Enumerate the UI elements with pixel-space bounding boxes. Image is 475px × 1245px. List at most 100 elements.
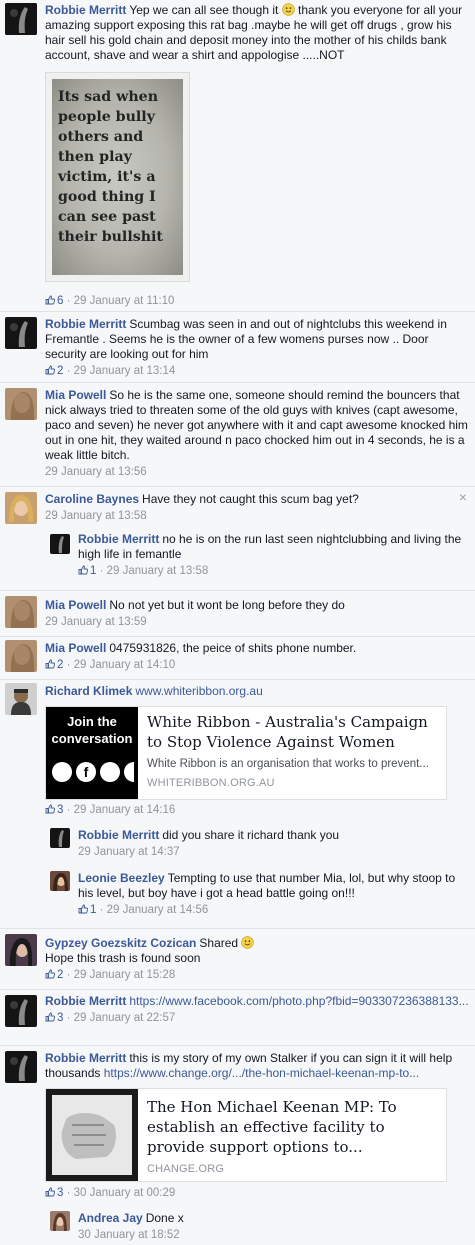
avatar[interactable] xyxy=(5,3,37,35)
comment-link[interactable]: www.whiteribbon.org.au xyxy=(135,684,262,698)
comment-text: No not yet but it wont be long before th… xyxy=(109,598,345,612)
avatar[interactable] xyxy=(50,534,70,554)
avatar[interactable] xyxy=(5,596,37,628)
avatar[interactable] xyxy=(50,871,70,891)
timestamp[interactable]: 29 January at 15:28 xyxy=(74,969,176,981)
like-icon[interactable] xyxy=(45,1187,55,1197)
avatar-photo xyxy=(5,3,37,35)
timestamp[interactable]: 29 January at 14:56 xyxy=(107,904,209,916)
like-icon[interactable] xyxy=(45,1012,55,1022)
like-icon[interactable] xyxy=(78,904,88,914)
comment-author[interactable]: Gypzey Goezskitz Cozican xyxy=(45,936,196,950)
avatar[interactable] xyxy=(50,828,70,848)
link-preview-thumbnail xyxy=(46,1089,138,1181)
twitter-icon xyxy=(100,762,120,782)
comment-text-continued: Hope this trash is found soon xyxy=(45,951,201,965)
like-icon[interactable] xyxy=(45,969,55,979)
comment: Mia Powell 0475931826, the peice of shits… xyxy=(0,636,475,680)
timestamp[interactable]: 29 January at 13:58 xyxy=(45,510,147,522)
avatar-photo xyxy=(5,1051,37,1083)
comment-text: did you share it richard thank you xyxy=(162,828,340,842)
comment-author[interactable]: Mia Powell xyxy=(45,388,106,402)
reply: Andrea Jay Done x 30 January at 18:52 xyxy=(45,1206,475,1245)
avatar-photo xyxy=(5,317,37,349)
comment: Mia Powell No not yet but it wont be long… xyxy=(0,590,475,637)
timestamp[interactable]: 29 January at 13:56 xyxy=(45,466,147,478)
comment-text: So he is the same one, someone should re… xyxy=(45,388,468,462)
instagram-icon xyxy=(52,762,72,782)
avatar[interactable] xyxy=(5,317,37,349)
comment-author[interactable]: Andrea Jay xyxy=(78,1211,143,1225)
timestamp[interactable]: 29 January at 13:14 xyxy=(74,365,176,377)
link-preview-title[interactable]: White Ribbon - Australia's Campaign to S… xyxy=(147,712,440,752)
avatar-photo xyxy=(5,683,37,715)
comment-link[interactable]: https://www.facebook.com/photo.php?fbid=… xyxy=(129,994,468,1008)
link-preview-domain: WHITERIBBON.ORG.AU xyxy=(147,777,275,789)
facebook-icon: f xyxy=(76,762,96,782)
comment: Robbie Merritt https://www.facebook.com/p… xyxy=(0,989,475,1046)
attached-photo[interactable]: Its sad when people bully others and the… xyxy=(45,72,190,282)
like-icon[interactable] xyxy=(45,659,55,669)
comment-text: Have they not caught this scum bag yet? xyxy=(142,492,359,506)
comment: Mia Powell So he is the same one, someone… xyxy=(0,382,475,487)
timestamp[interactable]: 29 January at 13:59 xyxy=(45,616,147,628)
avatar[interactable] xyxy=(5,995,37,1027)
link-preview-card[interactable]: Join the conversation f White Ribbon - A… xyxy=(45,706,447,800)
comment-text: Shared xyxy=(199,936,239,950)
comment-author[interactable]: Caroline Baynes xyxy=(45,492,139,506)
avatar-photo xyxy=(5,388,37,420)
avatar-photo xyxy=(5,640,37,672)
reply: Robbie Merritt no he is on the run last s… xyxy=(45,530,475,586)
like-icon[interactable] xyxy=(45,365,55,375)
comment-link[interactable]: https://www.change.org/.../the-hon-micha… xyxy=(104,1066,420,1080)
timestamp[interactable]: 29 January at 14:16 xyxy=(74,804,176,816)
comment-author[interactable]: Robbie Merritt xyxy=(78,532,159,546)
avatar[interactable] xyxy=(5,640,37,672)
avatar-photo xyxy=(5,934,37,966)
avatar[interactable] xyxy=(5,1051,37,1083)
timestamp[interactable]: 29 January at 13:58 xyxy=(107,565,209,577)
avatar[interactable] xyxy=(50,1211,70,1231)
comment-text: 0475931826, the peice of shits phone num… xyxy=(109,641,357,655)
link-preview-card[interactable]: The Hon Michael Keenan MP: To establish … xyxy=(45,1088,447,1182)
avatar[interactable] xyxy=(5,388,37,420)
comment-author[interactable]: Robbie Merritt xyxy=(45,1051,126,1065)
timestamp[interactable]: 29 January at 22:57 xyxy=(74,1012,176,1024)
link-preview-domain: CHANGE.ORG xyxy=(147,1163,225,1175)
like-icon[interactable] xyxy=(78,565,88,575)
close-icon[interactable]: × xyxy=(459,489,467,505)
thumbnail-text: Join the conversation xyxy=(51,714,133,746)
like-icon[interactable] xyxy=(45,295,55,305)
avatar[interactable] xyxy=(5,492,37,524)
comment-author[interactable]: Robbie Merritt xyxy=(45,317,126,331)
avatar[interactable] xyxy=(5,934,37,966)
avatar[interactable] xyxy=(5,683,37,715)
comment-text: Yep we can all see though it xyxy=(129,3,279,17)
comment-author[interactable]: Robbie Merritt xyxy=(78,828,159,842)
avatar-photo xyxy=(50,534,70,554)
timestamp[interactable]: 29 January at 11:10 xyxy=(74,295,175,307)
comment: Robbie Merritt Scumbag was seen in and ou… xyxy=(0,311,475,383)
avatar-photo xyxy=(5,596,37,628)
comment-author[interactable]: Richard Klimek xyxy=(45,684,132,698)
timestamp[interactable]: 30 January at 18:52 xyxy=(78,1229,180,1241)
avatar-photo xyxy=(5,492,37,524)
link-preview-title[interactable]: The Hon Michael Keenan MP: To establish … xyxy=(147,1097,440,1157)
comment: Gypzey Goezskitz Cozican Shared Hope this… xyxy=(0,928,475,990)
youtube-icon xyxy=(124,762,134,782)
photo-caption-text: Its sad when people bully others and the… xyxy=(58,89,163,245)
comment-author[interactable]: Mia Powell xyxy=(45,598,106,612)
comment-author[interactable]: Leonie Beezley xyxy=(78,871,165,885)
timestamp[interactable]: 29 January at 14:37 xyxy=(78,846,180,858)
like-icon[interactable] xyxy=(45,804,55,814)
timestamp[interactable]: 30 January at 00:29 xyxy=(74,1187,176,1199)
comment-author[interactable]: Mia Powell xyxy=(45,641,106,655)
avatar-photo xyxy=(50,871,70,891)
timestamp[interactable]: 29 January at 14:10 xyxy=(74,659,176,671)
avatar-photo xyxy=(5,995,37,1027)
comment-thread: Robbie Merritt Yep we can all see though … xyxy=(0,0,475,1245)
comment-author[interactable]: Robbie Merritt xyxy=(45,3,126,17)
smiley-emoji-icon xyxy=(241,936,255,949)
comment-author[interactable]: Robbie Merritt xyxy=(45,994,126,1008)
comment: Caroline Baynes Have they not caught this… xyxy=(0,486,475,591)
